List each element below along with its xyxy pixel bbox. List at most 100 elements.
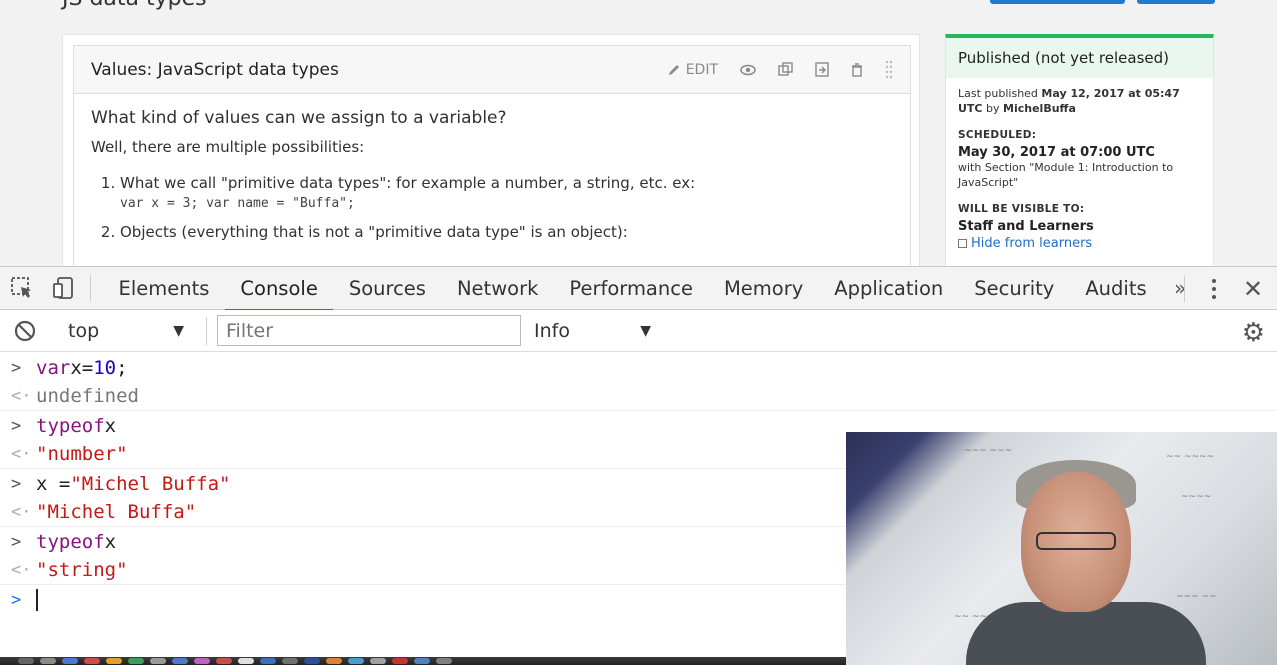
edit-label: EDIT [685, 61, 718, 78]
preview-button[interactable] [1137, 0, 1215, 4]
delete-button[interactable] [851, 62, 863, 77]
list-item: Objects (everything that is not a "primi… [120, 223, 893, 241]
dock-app-icon[interactable] [128, 658, 144, 664]
question-text: What kind of values can we assign to a v… [91, 108, 507, 128]
pencil-icon [668, 65, 679, 75]
output-chevron-icon: <· [11, 560, 32, 580]
dock-app-icon[interactable] [40, 658, 56, 664]
eye-icon [740, 64, 756, 75]
controls-separator [1184, 275, 1185, 302]
edit-button[interactable]: EDIT [668, 62, 718, 78]
last-published: Last published May 12, 2017 at 05:47 UTC… [958, 87, 1180, 115]
duplicate-icon [778, 62, 793, 76]
view-live-button[interactable] [990, 0, 1125, 4]
unit-card: Values: JavaScript data types EDIT What … [62, 34, 920, 268]
context-select[interactable]: top ▼ [50, 310, 200, 352]
dock-app-icon[interactable] [348, 658, 364, 664]
log-level-value: Info [534, 319, 570, 342]
context-value: top [68, 319, 100, 342]
console-toolbar: top ▼ Info ▼ ⚙ [0, 310, 1277, 352]
kebab-menu-icon[interactable] [1199, 278, 1229, 299]
dock-app-icon[interactable] [282, 658, 298, 664]
checkbox-icon[interactable] [958, 239, 967, 248]
xblock-title: Values: JavaScript data types [91, 59, 339, 80]
dock-app-icon[interactable] [172, 658, 188, 664]
list-item: What we call "primitive data types": for… [120, 174, 893, 211]
tab-application[interactable]: Application [819, 267, 959, 310]
chevron-down-icon: ▼ [173, 322, 184, 339]
console-output-row: <· undefined [0, 382, 1277, 411]
close-devtools-button[interactable]: ✕ [1229, 275, 1277, 303]
trash-icon [852, 62, 862, 77]
move-icon [815, 62, 829, 77]
output-chevron-icon: <· [11, 502, 32, 522]
whiteboard-scribble: ~~~ ~~~ [964, 446, 1013, 456]
dock-app-icon[interactable] [414, 658, 430, 664]
tab-console[interactable]: Console [224, 267, 334, 311]
toolbar-separator [206, 316, 207, 345]
inspect-element-button[interactable] [0, 267, 44, 310]
text-caret [36, 588, 38, 611]
possibilities-list: What we call "primitive data types": for… [120, 174, 893, 241]
publish-status-panel: Published (not yet released) Last publis… [945, 34, 1214, 268]
whiteboard-scribble: ~~~ ~~ [1176, 592, 1217, 602]
tab-elements[interactable]: Elements [103, 267, 225, 310]
input-chevron-icon: > [11, 357, 22, 378]
scheduled-with: with Section "Module 1: Introduction to … [958, 161, 1174, 189]
visible-value: Staff and Learners [958, 219, 1094, 234]
tab-performance[interactable]: Performance [554, 267, 709, 310]
whiteboard-scribble: ~~~~ [1181, 492, 1212, 502]
dock-app-icon[interactable] [106, 658, 122, 664]
tab-sources[interactable]: Sources [333, 267, 441, 310]
tab-security[interactable]: Security [959, 267, 1070, 310]
dock-app-icon[interactable] [370, 658, 386, 664]
dock-app-icon[interactable] [62, 658, 78, 664]
dock-app-icon[interactable] [84, 658, 100, 664]
visibility-button[interactable] [740, 64, 756, 76]
console-input-row: > var x= 10; [0, 353, 1277, 382]
drag-handle-icon [885, 60, 893, 78]
input-chevron-icon: > [11, 415, 22, 436]
dock-app-icon[interactable] [18, 658, 34, 664]
clear-console-icon [14, 320, 36, 341]
filter-input[interactable] [217, 315, 521, 346]
move-button[interactable] [815, 62, 829, 77]
macos-dock [0, 657, 846, 665]
publish-status-body: Last published May 12, 2017 at 05:47 UTC… [946, 78, 1213, 259]
log-level-select[interactable]: Info ▼ [521, 310, 661, 352]
dock-app-icon[interactable] [392, 658, 408, 664]
output-chevron-icon: <· [11, 444, 32, 464]
clear-console-button[interactable] [0, 320, 50, 342]
dock-app-icon[interactable] [216, 658, 232, 664]
dock-app-icon[interactable] [260, 658, 276, 664]
settings-gear-icon[interactable]: ⚙ [1242, 318, 1265, 348]
drag-handle[interactable] [885, 60, 893, 80]
duplicate-button[interactable] [778, 62, 793, 77]
chevron-down-icon: ▼ [640, 322, 651, 339]
page-title: JS data types [62, 0, 207, 11]
prompt-chevron-icon: > [11, 589, 22, 610]
publish-status-title: Published (not yet released) [946, 38, 1213, 78]
dock-app-icon[interactable] [194, 658, 210, 664]
dock-app-icon[interactable] [150, 658, 166, 664]
device-toggle-button[interactable] [44, 267, 84, 310]
dock-app-icon[interactable] [436, 658, 452, 664]
tab-separator [90, 275, 91, 301]
devtools-controls: ✕ [1184, 267, 1277, 310]
xblock-actions: EDIT [646, 60, 893, 80]
dock-app-icon[interactable] [304, 658, 320, 664]
intro-text: Well, there are multiple possibilities: [91, 138, 365, 156]
inspect-element-icon [11, 277, 31, 298]
xblock-body: What kind of values can we assign to a v… [74, 94, 910, 267]
dock-app-icon[interactable] [326, 658, 342, 664]
tab-audits[interactable]: Audits [1070, 267, 1162, 310]
presenter-glasses [1036, 532, 1116, 550]
tab-network[interactable]: Network [441, 267, 553, 310]
hide-from-learners-toggle[interactable]: Hide from learners [958, 236, 1201, 251]
dock-app-icon[interactable] [238, 658, 254, 664]
visible-label: WILL BE VISIBLE TO: [958, 203, 1085, 215]
tab-memory[interactable]: Memory [708, 267, 818, 310]
input-chevron-icon: > [11, 531, 22, 552]
xblock: Values: JavaScript data types EDIT What … [73, 45, 911, 268]
whiteboard-scribble: ~~ ~~~~ [1166, 452, 1215, 462]
